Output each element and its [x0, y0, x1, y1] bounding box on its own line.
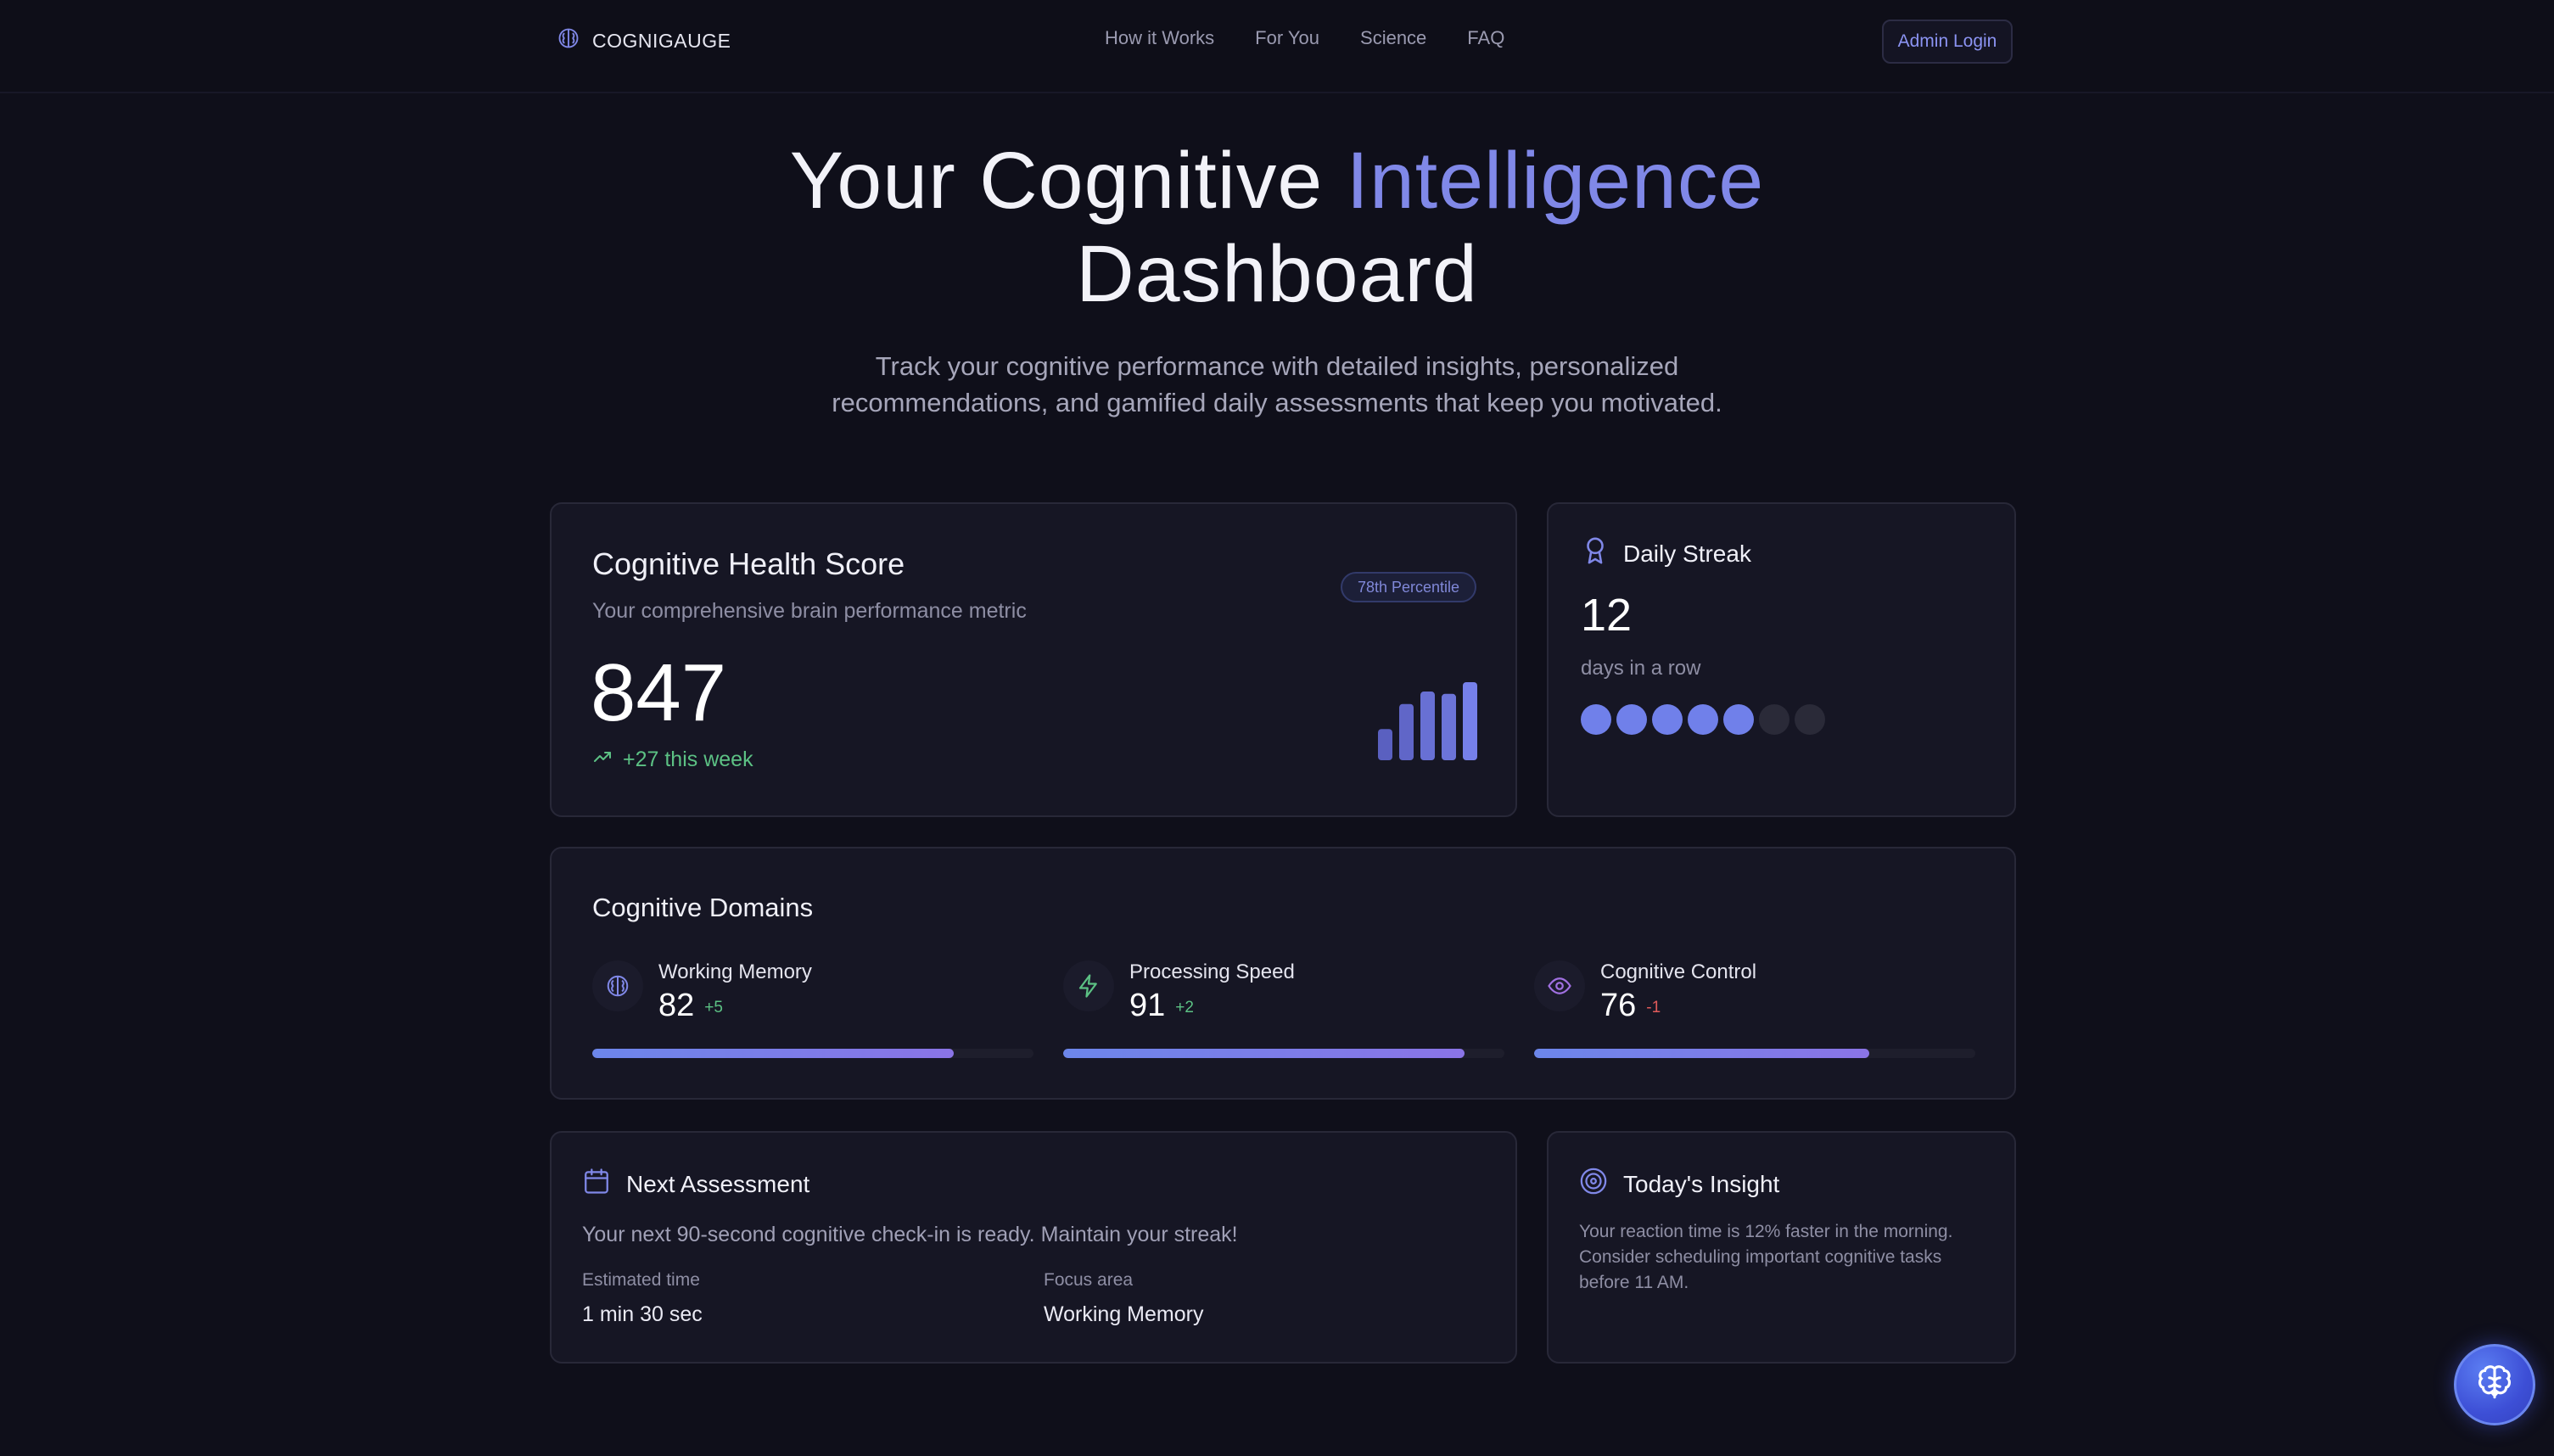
streak-dot-empty [1759, 704, 1789, 735]
admin-login-button[interactable]: Admin Login [1882, 20, 2013, 64]
domain-progress-track [592, 1049, 1033, 1058]
hero-title-accent: Intelligence [1346, 136, 1765, 226]
domain-score: 91 [1129, 988, 1166, 1023]
trending-up-icon [592, 747, 613, 773]
hero-subtitle: Track your cognitive performance with de… [832, 351, 1722, 417]
streak-dots [1581, 704, 1825, 735]
streak-dot-empty [1795, 704, 1825, 735]
brain-assistant-button[interactable] [2454, 1344, 2535, 1425]
next-assessment-description: Your next 90-second cognitive check-in i… [582, 1223, 1238, 1246]
domain-progress-fill [1063, 1049, 1465, 1058]
hero-title-part2: Dashboard [1076, 229, 1478, 319]
target-icon [1579, 1167, 1608, 1201]
streak-value: 12 [1581, 590, 1633, 641]
streak-dot-filled [1581, 704, 1611, 735]
eye-icon [1534, 960, 1585, 1011]
brain-icon [592, 960, 643, 1011]
domain-working-memory[interactable]: Working Memory 82 +5 [592, 960, 1033, 1079]
domain-progress-track [1063, 1049, 1504, 1058]
streak-dot-filled [1723, 704, 1754, 735]
score-trend-text: +27 this week [623, 748, 753, 771]
domains-title: Cognitive Domains [592, 893, 814, 922]
domain-name: Working Memory [658, 960, 812, 983]
next-assessment-card[interactable]: Next Assessment Your next 90-second cogn… [550, 1131, 1517, 1364]
domain-value: 76 -1 [1600, 988, 1661, 1024]
streak-title: Daily Streak [1623, 540, 1751, 567]
hero-title: Your Cognitive Intelligence Dashboard [0, 134, 2554, 321]
domain-name: Cognitive Control [1600, 960, 1757, 983]
focus-area-value: Working Memory [1044, 1302, 1204, 1326]
todays-insight-card: Today's Insight Your reaction time is 12… [1547, 1131, 2016, 1364]
score-value: 847 [591, 647, 727, 738]
insight-text: Your reaction time is 12% faster in the … [1579, 1222, 1953, 1292]
nav-link-for-you[interactable]: For You [1255, 27, 1319, 49]
domain-value: 82 +5 [658, 988, 723, 1024]
streak-label: days in a row [1581, 657, 1701, 680]
estimated-time-label: Estimated time [582, 1270, 700, 1290]
nav-link-science[interactable]: Science [1360, 27, 1426, 49]
streak-dot-filled [1688, 704, 1718, 735]
nav-link-how-it-works[interactable]: How it Works [1105, 27, 1214, 49]
domain-delta: -1 [1646, 999, 1661, 1016]
nav-links: How it Works For You Science FAQ [1105, 27, 1504, 49]
focus-area: Focus area Working Memory [1044, 1270, 1203, 1327]
score-description: Your comprehensive brain performance met… [592, 599, 1027, 623]
score-bar [1399, 703, 1414, 760]
domain-name: Processing Speed [1129, 960, 1295, 983]
focus-area-label: Focus area [1044, 1270, 1134, 1290]
domain-processing-speed[interactable]: Processing Speed 91 +2 [1063, 960, 1504, 1079]
cognitive-domains-card: Cognitive Domains Working Memory 82 +5 Pr… [550, 847, 2016, 1100]
domain-score: 76 [1600, 988, 1637, 1023]
streak-dot-filled [1616, 704, 1647, 735]
score-bar [1463, 682, 1477, 760]
domain-progress-fill [592, 1049, 955, 1058]
domain-delta: +5 [704, 999, 723, 1016]
estimated-time: Estimated time 1 min 30 sec [582, 1270, 703, 1327]
domain-value: 91 +2 [1129, 988, 1194, 1024]
lightning-icon [1063, 960, 1114, 1011]
calendar-icon [582, 1167, 611, 1201]
hero-title-part1: Your Cognitive [789, 136, 1347, 226]
domain-delta: +2 [1175, 999, 1194, 1016]
percentile-badge: 78th Percentile [1341, 572, 1476, 602]
score-bar [1420, 692, 1435, 760]
domain-progress-track [1534, 1049, 1975, 1058]
brand-name: COGNIGAUGE [592, 29, 731, 52]
score-bar [1442, 693, 1456, 760]
daily-streak-card: Daily Streak 12 days in a row [1547, 502, 2016, 817]
estimated-time-value: 1 min 30 sec [582, 1302, 703, 1326]
streak-dot-filled [1652, 704, 1683, 735]
nav-link-faq[interactable]: FAQ [1467, 27, 1504, 49]
award-icon [1581, 536, 1610, 571]
brand-logo[interactable]: COGNIGAUGE [557, 24, 731, 58]
score-bar [1378, 729, 1392, 760]
top-nav: COGNIGAUGE How it Works For You Science … [0, 0, 2554, 93]
streak-header: Daily Streak [1581, 536, 1751, 571]
domain-score: 82 [658, 988, 695, 1023]
insight-title: Today's Insight [1623, 1170, 1780, 1197]
score-title: Cognitive Health Score [592, 546, 905, 581]
next-assessment-header: Next Assessment [582, 1167, 809, 1201]
cognitive-health-score-card: Cognitive Health Score Your comprehensiv… [550, 502, 1517, 817]
brain-logo-icon [557, 26, 580, 55]
domain-cognitive-control[interactable]: Cognitive Control 76 -1 [1534, 960, 1975, 1079]
brain-icon [2473, 1362, 2516, 1408]
insight-header: Today's Insight [1579, 1167, 1779, 1201]
domain-progress-fill [1534, 1049, 1870, 1058]
score-mini-bar-chart [1378, 682, 1477, 760]
score-trend: +27 this week [592, 747, 753, 773]
next-assessment-title: Next Assessment [626, 1170, 810, 1197]
